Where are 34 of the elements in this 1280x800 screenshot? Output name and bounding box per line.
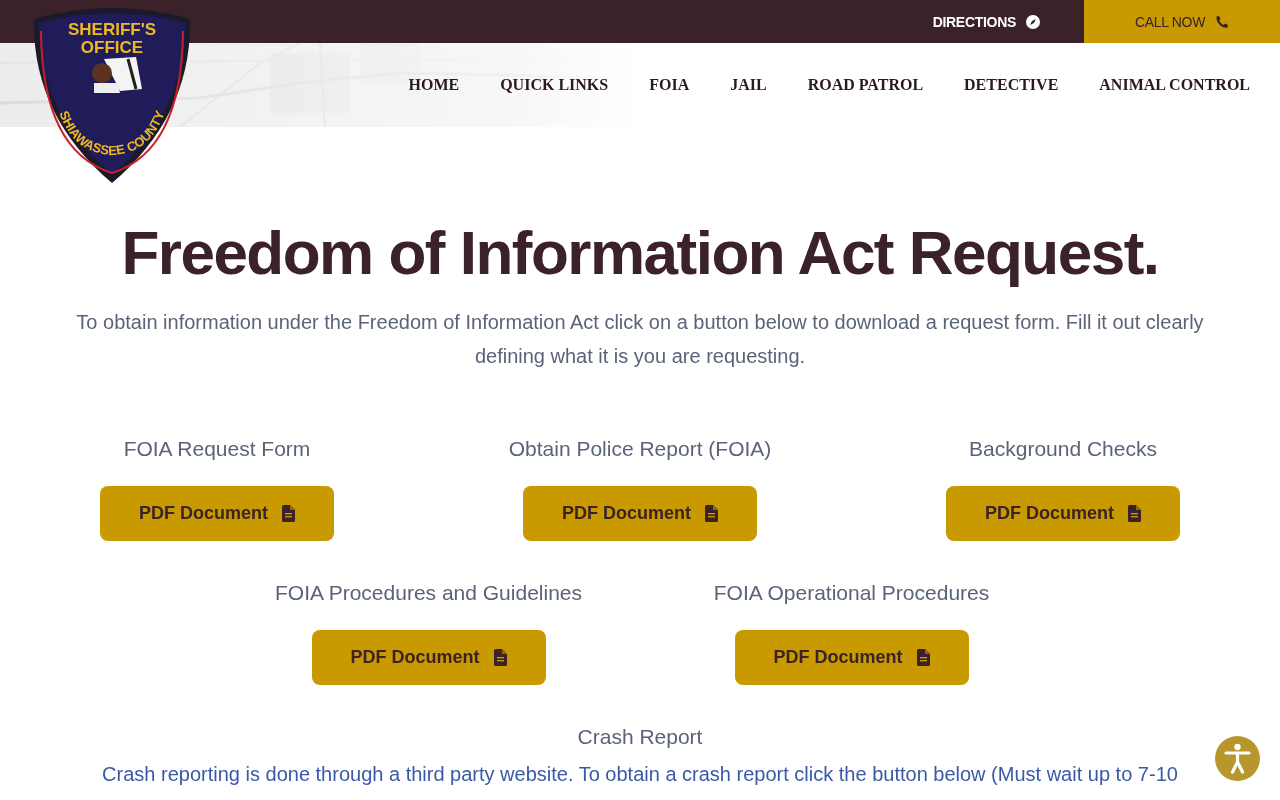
page-title: Freedom of Information Act Request. xyxy=(120,219,1160,287)
logo-text: SHERIFF'S xyxy=(67,20,157,39)
nav-link[interactable]: ROAD PATROL xyxy=(807,76,924,94)
document-title: FOIA Operational Procedures xyxy=(713,581,990,605)
compass-icon xyxy=(1026,14,1040,29)
nav-link[interactable]: ANIMAL CONTROL xyxy=(1099,76,1250,94)
document-icon xyxy=(1128,505,1141,522)
document-icon xyxy=(705,505,718,522)
section-title: Crash Report xyxy=(577,725,703,749)
document-icon xyxy=(282,505,295,522)
phone-icon xyxy=(1215,14,1230,29)
logo-text: OFFICE xyxy=(80,38,144,57)
nav-link[interactable]: JAIL xyxy=(730,76,767,94)
intro-paragraph: To obtain information under the Freedom of Information Act click on a button below to download a request form. Fill it out clearly defining what it is you are requesting. xyxy=(75,310,1205,369)
nav-link[interactable]: HOME xyxy=(408,76,460,94)
nav-link[interactable]: FOIA xyxy=(649,76,690,94)
document-title: Obtain Police Report (FOIA) xyxy=(508,437,772,461)
document-icon xyxy=(493,649,507,666)
directions-link[interactable]: DIRECTIONS xyxy=(932,0,1084,43)
accessibility-button[interactable] xyxy=(1215,736,1260,781)
pdf-download-button[interactable]: PDF Document xyxy=(311,630,546,685)
pdf-download-button[interactable]: PDF Document xyxy=(734,630,969,685)
call-now-button[interactable]: CALL NOW xyxy=(1084,0,1280,43)
document-title: Background Checks xyxy=(969,437,1157,461)
nav-link[interactable]: QUICK LINKS xyxy=(500,76,609,94)
document-title: FOIA Procedures and Guidelines xyxy=(275,581,582,605)
pdf-download-button[interactable]: PDF Document xyxy=(100,486,334,541)
crash-report-text: Crash reporting is done through a third party website. To obtain a crash report click the button below (Must wait up to 7-10 xyxy=(101,762,1179,787)
nav-link[interactable]: DETECTIVE xyxy=(964,76,1059,94)
pdf-download-button[interactable]: PDF Document xyxy=(946,486,1180,541)
document-title: FOIA Request Form xyxy=(123,437,311,461)
pdf-download-button[interactable]: PDF Document xyxy=(523,486,757,541)
figure-drawing xyxy=(92,57,142,93)
document-icon xyxy=(916,649,930,666)
